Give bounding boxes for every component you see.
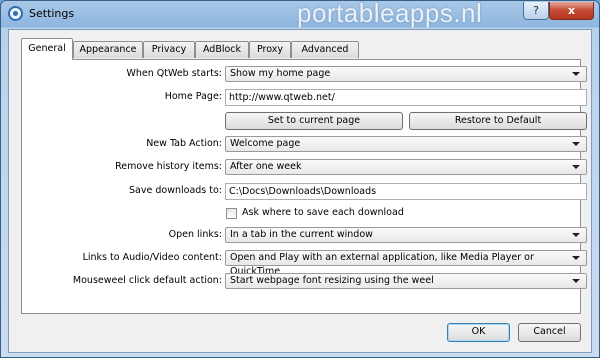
watermark: portableapps.nl: [297, 0, 483, 28]
chevron-down-icon: [572, 279, 580, 283]
chevron-down-icon: [572, 142, 580, 146]
home-page-label: Home Page:: [164, 91, 222, 102]
restore-default-button[interactable]: Restore to Default: [409, 112, 587, 130]
tab-advanced[interactable]: Advanced: [291, 41, 359, 58]
ok-button[interactable]: OK: [447, 323, 510, 342]
tab-general[interactable]: General: [21, 38, 73, 60]
ask-where-label: Ask where to save each download: [242, 207, 404, 218]
dialog-client-area: General Appearance Privacy AdBlock Proxy…: [8, 29, 592, 353]
ask-where-checkbox[interactable]: [226, 208, 237, 219]
qtweb-app-icon: [8, 6, 23, 21]
tab-adblock[interactable]: AdBlock: [195, 41, 249, 58]
mousewheel-label: Mouseweel click default action:: [72, 275, 222, 286]
save-downloads-label: Save downloads to:: [129, 185, 222, 196]
new-tab-action-label: New Tab Action:: [146, 138, 222, 149]
tab-proxy[interactable]: Proxy: [249, 41, 291, 58]
general-panel: When QtWeb starts: Show my home page Hom…: [21, 59, 587, 314]
links-av-label: Links to Audio/Video content:: [82, 252, 222, 263]
remove-history-value: After one week: [230, 161, 302, 172]
links-av-select[interactable]: Open and Play with an external applicati…: [225, 250, 587, 277]
help-button[interactable]: ?: [523, 2, 549, 20]
new-tab-action-value: Welcome page: [230, 138, 301, 149]
mousewheel-value: Start webpage font resizing using the we…: [230, 275, 434, 286]
when-starts-select[interactable]: Show my home page: [225, 66, 587, 82]
chevron-down-icon: [572, 165, 580, 169]
when-starts-value: Show my home page: [230, 68, 331, 79]
cancel-button[interactable]: Cancel: [518, 323, 581, 342]
home-page-input[interactable]: [225, 89, 587, 106]
remove-history-select[interactable]: After one week: [225, 159, 587, 175]
tab-privacy[interactable]: Privacy: [143, 41, 195, 58]
settings-window: Settings portableapps.nl ? x General App…: [0, 0, 600, 358]
when-starts-label: When QtWeb starts:: [126, 68, 222, 79]
window-title: Settings: [29, 7, 75, 20]
mousewheel-select[interactable]: Start webpage font resizing using the we…: [225, 273, 587, 289]
tab-appearance[interactable]: Appearance: [73, 41, 143, 58]
open-links-value: In a tab in the current window: [230, 229, 373, 240]
title-bar[interactable]: Settings portableapps.nl ? x: [1, 0, 599, 28]
new-tab-action-select[interactable]: Welcome page: [225, 136, 587, 152]
set-current-page-button[interactable]: Set to current page: [225, 112, 403, 130]
save-downloads-input[interactable]: [225, 183, 587, 200]
open-links-label: Open links:: [168, 229, 222, 240]
close-button[interactable]: x: [549, 2, 594, 20]
remove-history-label: Remove history items:: [115, 161, 222, 172]
open-links-select[interactable]: In a tab in the current window: [225, 227, 587, 243]
chevron-down-icon: [572, 72, 580, 76]
chevron-down-icon: [572, 256, 580, 260]
chevron-down-icon: [572, 233, 580, 237]
